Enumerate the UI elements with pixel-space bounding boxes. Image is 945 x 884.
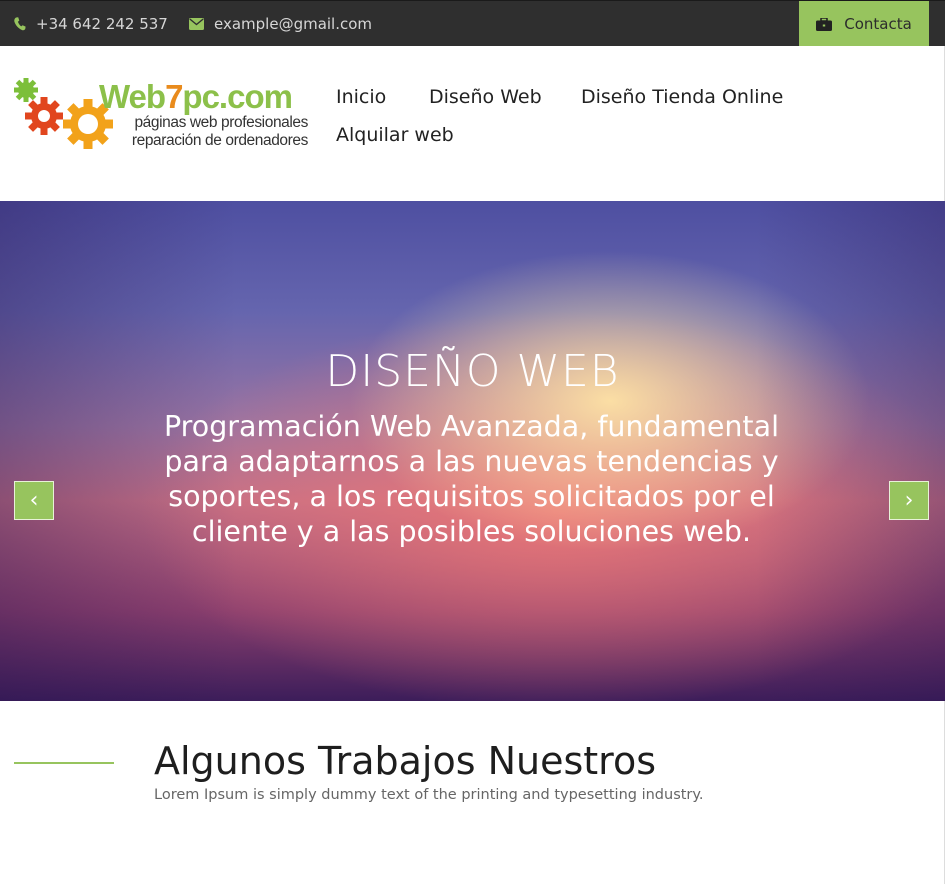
contact-button-label: Contacta xyxy=(844,15,912,33)
hero-slider: DISEÑO WEB Programación Web Avanzada, fu… xyxy=(0,201,945,701)
phone-contact[interactable]: +34 642 242 537 xyxy=(14,1,168,47)
nav-item-alquilar-web[interactable]: Alquilar web xyxy=(336,124,454,146)
phone-icon xyxy=(14,17,26,31)
email-contact[interactable]: example@gmail.com xyxy=(189,1,372,47)
hero-title: DISEÑO WEB xyxy=(325,346,620,397)
section-title: Algunos Trabajos Nuestros xyxy=(154,739,657,783)
top-bar: +34 642 242 537 example@gmail.com Contac… xyxy=(0,0,945,47)
briefcase-icon xyxy=(816,17,833,31)
site-logo[interactable]: Web7pc.com páginas web profesionales rep… xyxy=(14,78,314,156)
logo-tagline-1: páginas web profesionales xyxy=(134,114,308,131)
works-section: Algunos Trabajos Nuestros Lorem Ipsum is… xyxy=(0,701,945,884)
nav-item-diseno-tienda-online[interactable]: Diseño Tienda Online xyxy=(581,86,783,108)
nav-item-inicio[interactable]: Inicio xyxy=(336,86,386,108)
phone-number: +34 642 242 537 xyxy=(36,15,168,33)
site-header: Web7pc.com páginas web profesionales rep… xyxy=(0,46,945,201)
chevron-left-icon: ‹ xyxy=(29,488,39,513)
email-address: example@gmail.com xyxy=(214,15,373,33)
section-divider xyxy=(14,762,114,764)
slider-next-button[interactable]: › xyxy=(889,481,929,520)
logo-tagline-2: reparación de ordenadores xyxy=(131,132,309,149)
logo-title: Web7pc.com xyxy=(99,78,293,115)
section-subtitle: Lorem Ipsum is simply dummy text of the … xyxy=(154,787,704,803)
slider-prev-button[interactable]: ‹ xyxy=(14,481,54,520)
envelope-icon xyxy=(189,18,204,30)
contact-button[interactable]: Contacta xyxy=(799,1,929,47)
nav-item-diseno-web[interactable]: Diseño Web xyxy=(429,86,542,108)
hero-description: Programación Web Avanzada, fundamental p… xyxy=(163,410,779,548)
chevron-right-icon: › xyxy=(904,488,914,513)
